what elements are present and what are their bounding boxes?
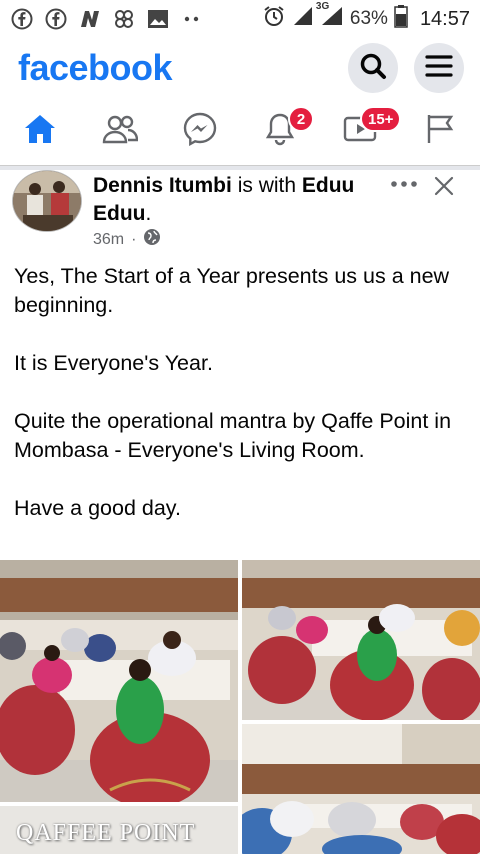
post-paragraph: Quite the operational mantra by Qaffe Po… [14,409,452,462]
friends-icon [102,114,139,149]
app-header: facebook [0,38,480,98]
globe-icon [143,228,161,251]
alarm-icon [262,4,286,34]
tab-pages[interactable] [400,98,480,165]
pinwheel-icon [112,7,136,31]
post-author-line: Dennis Itumbi is with Eduu Eduu. [93,172,383,228]
dots-icon [180,7,204,31]
search-button[interactable] [348,43,398,93]
meta-dot: · [131,230,137,248]
close-icon [432,176,456,202]
post-time[interactable]: 36m [93,231,124,249]
signal-icon [292,5,314,33]
network-type: 3G [315,1,330,12]
news-icon [78,7,102,31]
post-paragraph: Yes, The Start of a Year presents us us … [14,264,450,317]
hide-post-button[interactable] [432,174,456,203]
period: . [145,202,152,225]
tab-bar: 2 15+ [0,98,480,166]
with-text: is with [237,174,297,197]
sign-text: QAFFEE POINT [16,820,196,846]
more-options-button[interactable] [390,176,418,194]
tab-messenger[interactable] [160,98,240,165]
clock: 14:57 [419,7,470,30]
photo-4[interactable]: QAFFEE POINT [0,806,238,854]
photo-1[interactable] [0,560,238,802]
post-body: Yes, The Start of a Year presents us us … [14,262,466,552]
tab-friends[interactable] [80,98,160,165]
battery-percent: 63% [349,8,388,29]
tab-notifications[interactable]: 2 [240,98,320,165]
author-name[interactable]: Dennis Itumbi [93,174,232,197]
facebook-icon [10,7,34,31]
facebook-icon [44,7,68,31]
post-meta: 36m · [93,228,161,251]
avatar[interactable] [12,170,82,232]
flag-icon [425,113,455,150]
photo-2[interactable] [242,560,480,720]
hamburger-menu-icon [424,54,454,83]
watch-badge: 15+ [360,106,402,132]
battery-icon [394,4,408,34]
post-header: Dennis Itumbi is with Eduu Eduu. 36m · [0,170,480,250]
more-dots-icon [390,176,418,193]
messenger-icon [183,112,217,151]
menu-button[interactable] [414,43,464,93]
signal-3g-icon: 3G [316,1,344,33]
post-paragraph: It is Everyone's Year. [14,351,213,375]
photo-grid: QAFFEE POINT [0,560,480,854]
post-paragraph: Have a good day. [14,496,181,520]
search-icon [359,52,387,85]
facebook-logo[interactable]: facebook [18,47,173,89]
photo-3[interactable] [242,724,480,854]
status-bar: 3G 63% 14:57 [0,0,480,38]
tab-home[interactable] [0,98,80,165]
notification-badge: 2 [288,106,314,132]
tab-watch[interactable]: 15+ [320,98,402,165]
gallery-icon [146,7,170,31]
home-icon [23,113,57,150]
